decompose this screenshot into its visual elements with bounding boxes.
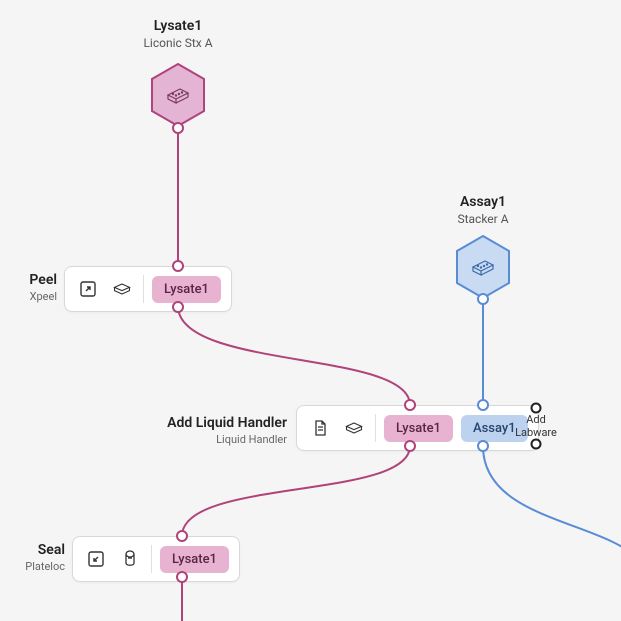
- divider: [375, 414, 376, 442]
- add-labware-label[interactable]: Add Labware: [511, 413, 561, 439]
- step-alh-label: Add Liquid Handler Liquid Handler: [137, 415, 287, 446]
- step-seal-label: Seal Plateloc: [5, 542, 65, 573]
- seal-icon: [117, 546, 143, 572]
- labware-icon: [109, 276, 135, 302]
- step-title: Seal: [5, 542, 65, 558]
- chip-lysate1[interactable]: Lysate1: [152, 276, 221, 303]
- import-icon[interactable]: [83, 546, 109, 572]
- step-subtitle: Xpeel: [7, 290, 57, 303]
- chip-lysate1[interactable]: Lysate1: [384, 415, 453, 442]
- step-peel-label: Peel Xpeel: [7, 272, 57, 303]
- port-add-labware-bottom[interactable]: [531, 439, 542, 450]
- step-add-liquid-handler[interactable]: Lysate1 Assay1: [296, 405, 539, 451]
- document-icon[interactable]: [307, 415, 333, 441]
- step-peel[interactable]: Lysate1: [64, 266, 232, 312]
- step-title: Add Liquid Handler: [137, 415, 287, 431]
- expand-icon[interactable]: [75, 276, 101, 302]
- port-alh-lysate-out[interactable]: [404, 440, 416, 452]
- divider: [143, 275, 144, 303]
- port-peel-in[interactable]: [172, 260, 184, 272]
- port-peel-out[interactable]: [172, 301, 184, 313]
- port-alh-assay-in[interactable]: [477, 399, 489, 411]
- labware-title: Lysate1: [98, 18, 258, 34]
- port-alh-lysate-in[interactable]: [404, 399, 416, 411]
- step-subtitle: Liquid Handler: [137, 433, 287, 446]
- labware-icon: [341, 415, 367, 441]
- port-lysate1-out[interactable]: [172, 122, 184, 134]
- labware-subtitle: Liconic Stx A: [98, 36, 258, 50]
- port-seal-in[interactable]: [176, 530, 188, 542]
- labware-lysate1-node[interactable]: [149, 62, 207, 128]
- labware-assay1-node[interactable]: [454, 234, 512, 300]
- labware-title: Assay1: [403, 194, 563, 210]
- port-alh-assay-out[interactable]: [477, 440, 489, 452]
- port-assay1-out[interactable]: [477, 293, 489, 305]
- labware-assay1-label: Assay1 Stacker A: [403, 194, 563, 226]
- chip-lysate1[interactable]: Lysate1: [160, 546, 229, 573]
- step-seal[interactable]: Lysate1: [72, 536, 240, 582]
- labware-subtitle: Stacker A: [403, 212, 563, 226]
- port-seal-out[interactable]: [176, 571, 188, 583]
- step-title: Peel: [7, 272, 57, 288]
- step-subtitle: Plateloc: [5, 560, 65, 573]
- divider: [151, 545, 152, 573]
- labware-lysate1-label: Lysate1 Liconic Stx A: [98, 18, 258, 50]
